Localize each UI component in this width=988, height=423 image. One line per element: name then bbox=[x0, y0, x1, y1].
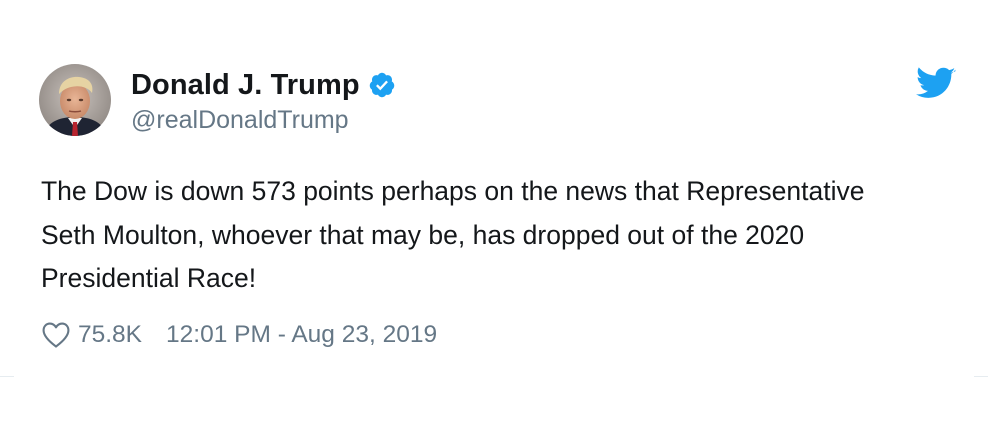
verified-badge-icon bbox=[368, 71, 396, 99]
tweet-timestamp[interactable]: 12:01 PM - Aug 23, 2019 bbox=[166, 321, 437, 349]
card-divider-left bbox=[0, 376, 14, 377]
twitter-bird-icon[interactable] bbox=[916, 67, 956, 101]
author-handle[interactable]: @realDonaldTrump bbox=[131, 106, 349, 135]
author-name-row[interactable]: Donald J. Trump bbox=[131, 67, 396, 103]
author-display-name[interactable]: Donald J. Trump bbox=[131, 69, 360, 102]
heart-icon[interactable] bbox=[41, 321, 71, 349]
card-divider-right bbox=[974, 376, 988, 377]
tweet-meta: 75.8K 12:01 PM - Aug 23, 2019 bbox=[41, 318, 437, 352]
tweet-card: Donald J. Trump @realDonaldTrump The Dow… bbox=[0, 0, 988, 423]
like-count[interactable]: 75.8K bbox=[78, 321, 142, 349]
avatar[interactable] bbox=[39, 64, 111, 136]
tweet-text: The Dow is down 573 points perhaps on th… bbox=[41, 176, 865, 293]
avatar-image bbox=[39, 64, 111, 136]
